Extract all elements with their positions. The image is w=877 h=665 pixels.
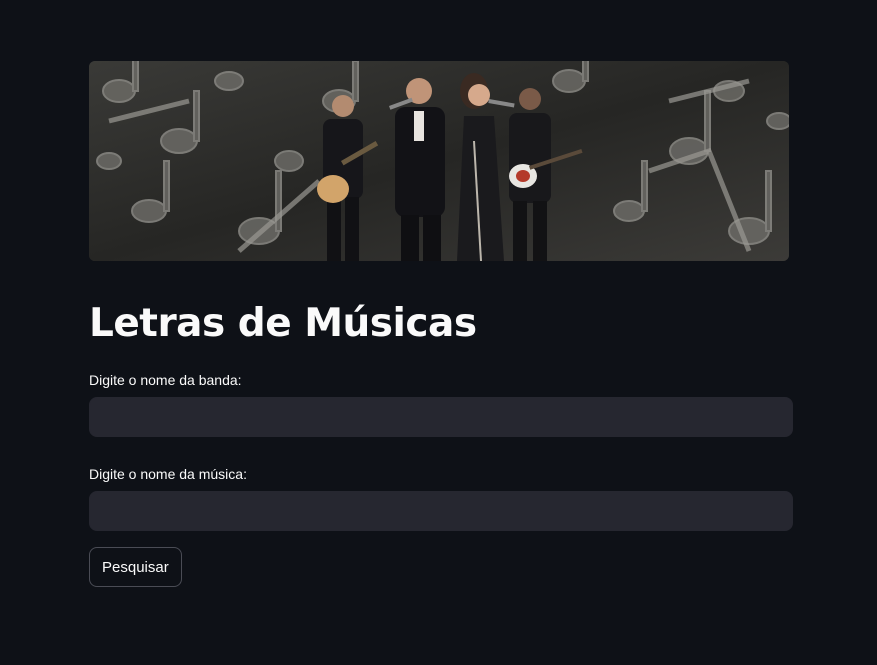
band-input[interactable] (89, 397, 793, 437)
song-field-label: Digite o nome da música: (89, 466, 247, 482)
song-input[interactable] (89, 491, 793, 531)
search-button[interactable]: Pesquisar (89, 547, 182, 587)
band-field: Digite o nome da banda: (89, 371, 793, 437)
app-root: Letras de Músicas Digite o nome da banda… (0, 0, 877, 665)
banner-image (89, 61, 789, 261)
page-title: Letras de Músicas (89, 301, 477, 346)
main-container: Letras de Músicas Digite o nome da banda… (89, 61, 793, 587)
band-field-label: Digite o nome da banda: (89, 372, 242, 388)
band-performing-photo (89, 61, 789, 261)
song-field: Digite o nome da música: (89, 465, 793, 531)
